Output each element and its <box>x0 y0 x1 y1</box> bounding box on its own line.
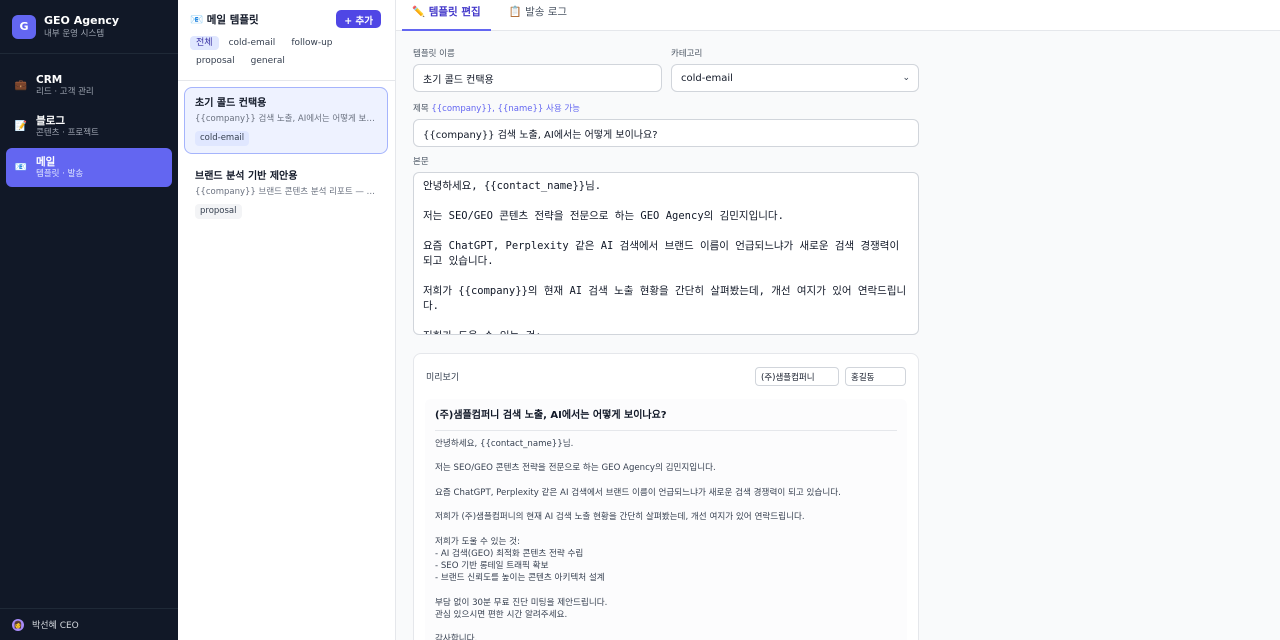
preview-panel: 미리보기 (주)샘플컴퍼니 홍길동 (주)샘플컴퍼니 검색 노출, AI에서는 … <box>413 353 919 640</box>
template-card-title: 초기 콜드 컨택용 <box>195 98 267 109</box>
sidebar-item-sublabel: 템플릿 · 발송 <box>36 168 84 179</box>
main-content: ✏️ 템플릿 편집 📋 발송 로그 템플릿 이름 초기 콜드 컨택용 카테고리 … <box>396 0 1280 640</box>
sidebar-item-sublabel: 콘텐츠 · 프로젝트 <box>36 127 99 138</box>
brand-logo: G <box>12 14 36 39</box>
preview-company-input[interactable]: (주)샘플컴퍼니 <box>755 367 839 386</box>
template-list: 초기 콜드 컨택용 {{company}} 검색 노출, AI에서는 어떻게 보… <box>184 87 388 233</box>
subject-hint: {{company}}, {{name}} 사용 가능 <box>431 104 580 114</box>
template-form: 템플릿 이름 초기 콜드 컨택용 카테고리 cold-email ⌄ 제목 {{… <box>413 48 919 335</box>
template-name-label: 템플릿 이름 <box>413 49 455 59</box>
divider <box>178 80 395 81</box>
category-select[interactable]: cold-email ⌄ <box>671 64 919 92</box>
brand: G GEO Agency 내부 운영 시스템 <box>0 0 178 54</box>
filter-follow-up[interactable]: follow-up <box>285 36 338 50</box>
add-template-button[interactable]: + 추가 <box>336 10 381 28</box>
body-label: 본문 <box>413 157 429 167</box>
tab-template-edit[interactable]: ✏️ 템플릿 편집 <box>402 0 491 31</box>
preview-email: (주)샘플컴퍼니 검색 노출, AI에서는 어떻게 보이나요? 안녕하세요, {… <box>425 399 907 640</box>
brand-subtitle: 내부 운영 시스템 <box>44 28 105 39</box>
sidebar-item-blog[interactable]: 📝 블로그 콘텐츠 · 프로젝트 <box>6 107 172 146</box>
sidebar-item-label: 메일 <box>36 155 56 168</box>
template-card[interactable]: 초기 콜드 컨택용 {{company}} 검색 노출, AI에서는 어떻게 보… <box>184 87 388 154</box>
user-name: 박선혜 CEO <box>32 621 79 631</box>
preview-name-input[interactable]: 홍길동 <box>845 367 906 386</box>
brand-title: GEO Agency <box>44 13 120 27</box>
template-card-preview: {{company}} 브랜드 콘텐츠 분석 리포트 — 무료 제공 <box>195 187 377 197</box>
preview-label: 미리보기 <box>426 373 460 383</box>
body-textarea[interactable]: 안녕하세요, {{contact_name}}님. 저는 SEO/GEO 콘텐츠… <box>413 172 919 335</box>
tab-bar: ✏️ 템플릿 편집 📋 발송 로그 <box>396 0 1280 31</box>
category-select-value: cold-email <box>681 72 733 84</box>
template-name-input[interactable]: 초기 콜드 컨택용 <box>413 64 662 92</box>
briefcase-icon: 💼 <box>14 80 28 91</box>
template-card[interactable]: 브랜드 분석 기반 제안용 {{company}} 브랜드 콘텐츠 분석 리포트… <box>184 160 388 227</box>
sidebar: G GEO Agency 내부 운영 시스템 💼 CRM 리드 · 고객 관리 … <box>0 0 178 640</box>
tab-send-log[interactable]: 📋 발송 로그 <box>499 0 577 31</box>
user-profile[interactable]: 👩 박선혜 CEO <box>0 608 178 640</box>
template-list-panel: 📧 메일 템플릿 + 추가 전체 cold-email follow-up pr… <box>178 0 396 640</box>
avatar: 👩 <box>12 618 24 631</box>
sidebar-item-label: CRM <box>36 73 63 86</box>
category-label: 카테고리 <box>671 49 703 59</box>
filter-proposal[interactable]: proposal <box>190 54 241 68</box>
preview-subject: (주)샘플컴퍼니 검색 노출, AI에서는 어떻게 보이나요? <box>435 405 897 431</box>
memo-icon: 📝 <box>14 121 28 132</box>
sidebar-nav: 💼 CRM 리드 · 고객 관리 📝 블로그 콘텐츠 · 프로젝트 📧 메일 템… <box>0 54 178 187</box>
template-card-tag: cold-email <box>195 131 250 146</box>
subject-input[interactable]: {{company}} 검색 노출, AI에서는 어떻게 보이나요? <box>413 119 919 147</box>
template-card-title: 브랜드 분석 기반 제안용 <box>195 171 298 182</box>
sidebar-item-mail[interactable]: 📧 메일 템플릿 · 발송 <box>6 148 172 187</box>
chevron-down-icon: ⌄ <box>902 73 910 83</box>
sidebar-item-label: 블로그 <box>36 114 65 127</box>
template-card-preview: {{company}} 검색 노출, AI에서는 어떻게 보이나요? <box>195 114 377 124</box>
category-filters: 전체 cold-email follow-up proposal general <box>178 30 396 72</box>
filter-all[interactable]: 전체 <box>190 36 219 50</box>
sidebar-item-crm[interactable]: 💼 CRM 리드 · 고객 관리 <box>6 66 172 105</box>
template-card-tag: proposal <box>195 204 242 219</box>
subject-label: 제목 {{company}}, {{name}} 사용 가능 <box>413 103 919 115</box>
template-list-title: 📧 메일 템플릿 <box>190 13 259 26</box>
filter-general[interactable]: general <box>245 54 291 68</box>
envelope-icon: 📧 <box>14 162 28 173</box>
subject-label-text: 제목 <box>413 104 429 114</box>
preview-body: 안녕하세요, {{contact_name}}님. 저는 SEO/GEO 콘텐츠… <box>435 439 841 640</box>
sidebar-item-sublabel: 리드 · 고객 관리 <box>36 86 94 97</box>
filter-cold-email[interactable]: cold-email <box>223 36 282 50</box>
